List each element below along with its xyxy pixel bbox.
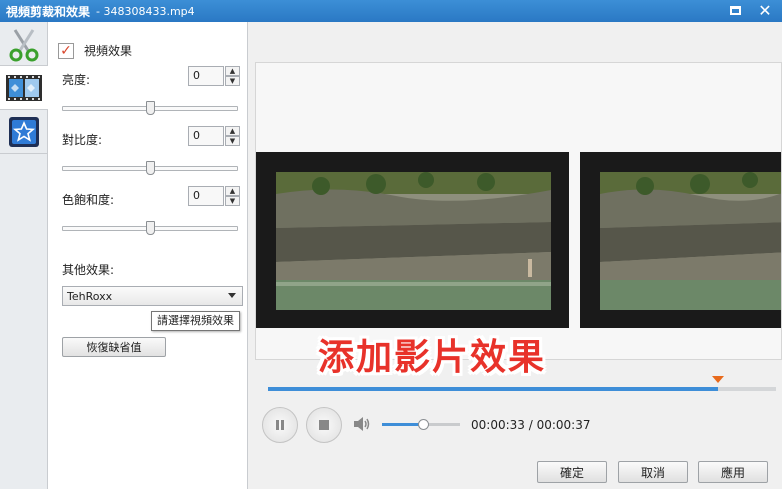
title-bar: 視頻剪裁和效果 - 348308433.mp4 ✕ [0, 0, 782, 22]
other-effects-select[interactable]: TehRoxx [62, 286, 243, 306]
other-effects-label: 其他效果: [62, 263, 115, 277]
timeline-progress[interactable] [268, 387, 776, 391]
video-effect-label: 視頻效果 [84, 44, 133, 58]
reset-defaults-button[interactable]: 恢復缺省值 [62, 337, 166, 357]
tab-effects[interactable] [0, 66, 48, 110]
video-frame [256, 152, 569, 328]
video-frame [580, 152, 781, 328]
time-separator: / [524, 418, 537, 432]
playhead-marker-icon[interactable] [712, 376, 724, 383]
effects-panel: ✓ 視頻效果 亮度: 0 ▲ ▼ 對比度: 0 ▲ ▼ 色飽和度: 0 ▲ ▼ 其他效… [48, 22, 248, 489]
stop-icon [319, 420, 329, 430]
video-scene [600, 172, 781, 310]
ok-button[interactable]: 確定 [537, 461, 607, 483]
rock-cliff-image [600, 172, 781, 310]
time-total: 00:00:37 [536, 418, 591, 432]
pause-icon [276, 420, 284, 430]
film-effect-icon [6, 74, 42, 101]
video-stage [255, 62, 782, 360]
saturation-label: 色飽和度: [62, 193, 115, 207]
contrast-label: 對比度: [62, 133, 103, 147]
saturation-up-button[interactable]: ▲ [225, 186, 240, 196]
brightness-down-button[interactable]: ▼ [225, 76, 240, 86]
cancel-button[interactable]: 取消 [618, 461, 688, 483]
maximize-button[interactable] [724, 2, 746, 20]
contrast-up-button[interactable]: ▲ [225, 126, 240, 136]
stop-button[interactable] [306, 407, 342, 443]
timeline-progress-fill [268, 387, 718, 391]
saturation-slider-thumb[interactable] [145, 221, 155, 235]
brightness-label: 亮度: [62, 73, 91, 87]
dropdown-arrow-icon [228, 293, 236, 298]
contrast-spinner[interactable]: 0 ▲ ▼ [188, 126, 240, 146]
maximize-icon [729, 6, 741, 15]
contrast-slider-thumb[interactable] [145, 161, 155, 175]
overlay-caption: 添加影片效果 [318, 337, 547, 378]
window-filename: - 348308433.mp4 [96, 4, 195, 18]
brightness-slider[interactable] [62, 101, 238, 115]
time-display: 00:00:33 / 00:00:37 [471, 418, 590, 432]
volume-slider-fill [382, 423, 423, 426]
video-effect-toggle[interactable]: ✓ 視頻效果 [58, 42, 132, 59]
scissors-icon [9, 28, 39, 61]
effect-tooltip: 請選擇視頻效果 [151, 311, 240, 331]
speaker-icon [354, 417, 370, 431]
tab-trim[interactable] [0, 22, 48, 66]
saturation-input[interactable]: 0 [188, 186, 224, 206]
volume-slider[interactable] [382, 419, 460, 430]
brightness-up-button[interactable]: ▲ [225, 66, 240, 76]
tab-watermark[interactable] [0, 110, 48, 154]
volume-button[interactable] [352, 415, 372, 436]
other-effects-value: TehRoxx [67, 289, 113, 303]
rock-cliff-image [276, 172, 551, 310]
video-scene [276, 172, 551, 310]
brightness-input[interactable]: 0 [188, 66, 224, 86]
saturation-down-button[interactable]: ▼ [225, 196, 240, 206]
apply-button[interactable]: 應用 [698, 461, 768, 483]
brightness-slider-thumb[interactable] [145, 101, 155, 115]
time-current: 00:00:33 [471, 418, 525, 432]
contrast-slider[interactable] [62, 161, 238, 175]
star-icon [9, 116, 39, 147]
video-effect-checkbox[interactable]: ✓ [58, 42, 74, 59]
contrast-input[interactable]: 0 [188, 126, 224, 146]
saturation-slider[interactable] [62, 221, 238, 235]
contrast-down-button[interactable]: ▼ [225, 136, 240, 146]
close-button[interactable]: ✕ [754, 2, 776, 20]
left-tab-bar [0, 22, 48, 489]
brightness-spinner[interactable]: 0 ▲ ▼ [188, 66, 240, 86]
pause-button[interactable] [262, 407, 298, 443]
saturation-spinner[interactable]: 0 ▲ ▼ [188, 186, 240, 206]
volume-slider-knob[interactable] [417, 419, 429, 430]
window-title: 視頻剪裁和效果 [6, 4, 91, 19]
